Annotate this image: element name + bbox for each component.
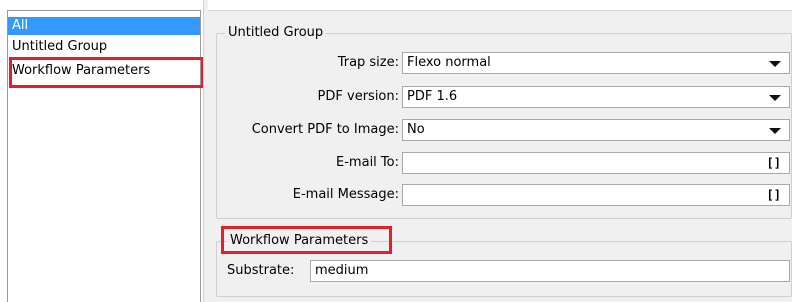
email-message-field[interactable]: []: [402, 184, 790, 206]
untitled-group-title: Untitled Group: [225, 24, 327, 42]
substrate-field[interactable]: medium: [310, 260, 790, 282]
email-to-label: E-mail To:: [336, 155, 399, 170]
chevron-down-icon: [769, 61, 781, 67]
pdf-version-dropdown[interactable]: PDF 1.6: [402, 86, 790, 108]
trap-size-label: Trap size:: [337, 55, 399, 70]
bracket-editor-icon[interactable]: []: [767, 153, 781, 173]
sidebar-item-untitled-group[interactable]: Untitled Group: [8, 38, 200, 56]
chevron-down-icon: [769, 95, 781, 101]
bracket-editor-icon[interactable]: []: [767, 185, 781, 205]
sidebar-item-all[interactable]: All: [8, 17, 200, 35]
pdf-version-value: PDF 1.6: [407, 89, 458, 104]
substrate-label: Substrate:: [227, 263, 295, 278]
chevron-down-icon: [769, 128, 781, 134]
convert-pdf-value: No: [407, 122, 425, 137]
email-to-field[interactable]: []: [402, 152, 790, 174]
sidebar-tree: All Untitled Group Workflow Parameters: [7, 10, 201, 302]
workflow-parameters-group-title: Workflow Parameters: [227, 232, 372, 250]
substrate-value: medium: [315, 263, 369, 278]
email-message-label: E-mail Message:: [292, 187, 399, 202]
convert-pdf-label: Convert PDF to Image:: [251, 122, 399, 137]
parameters-panel: Untitled Group Trap size: Flexo normal P…: [208, 10, 792, 302]
trap-size-value: Flexo normal: [407, 55, 491, 70]
convert-pdf-dropdown[interactable]: No: [402, 119, 790, 141]
pdf-version-label: PDF version:: [317, 89, 399, 104]
trap-size-dropdown[interactable]: Flexo normal: [402, 52, 790, 74]
sidebar-item-workflow-parameters[interactable]: Workflow Parameters: [8, 62, 200, 80]
